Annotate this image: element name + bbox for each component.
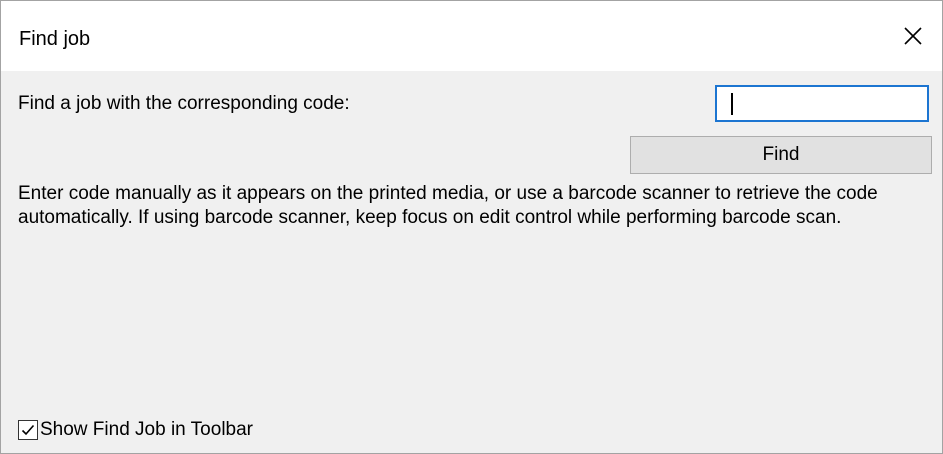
checkbox-box[interactable]: [18, 420, 38, 440]
checkmark-icon: [21, 424, 35, 436]
job-code-input[interactable]: [715, 85, 929, 122]
title-bar: Find job: [1, 1, 942, 71]
find-button[interactable]: Find: [630, 136, 932, 174]
find-job-dialog: Find job Find a job with the correspondi…: [0, 0, 943, 454]
show-in-toolbar-label: Show Find Job in Toolbar: [40, 419, 253, 440]
text-caret: [731, 93, 733, 115]
help-text: Enter code manually as it appears on the…: [18, 183, 878, 228]
show-in-toolbar-checkbox[interactable]: Show Find Job in Toolbar: [18, 418, 253, 442]
code-prompt-label: Find a job with the corresponding code:: [18, 93, 350, 114]
close-icon: [904, 27, 922, 45]
close-button[interactable]: [884, 1, 942, 71]
dialog-title: Find job: [19, 28, 91, 50]
